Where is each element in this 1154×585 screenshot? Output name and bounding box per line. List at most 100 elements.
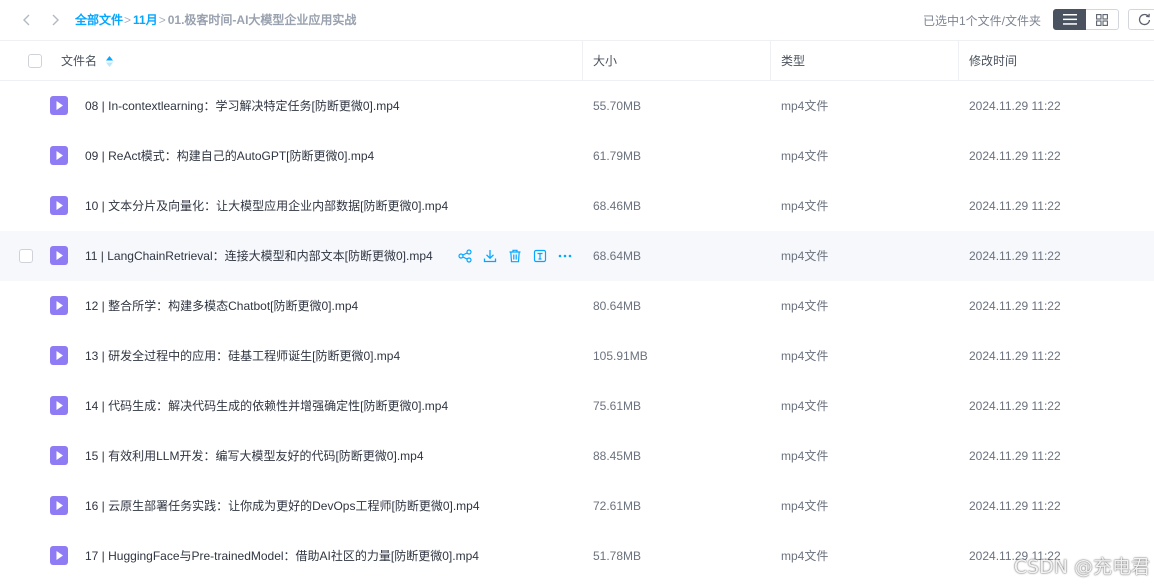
file-size: 51.78MB <box>593 549 642 563</box>
selection-info: 已选中1个文件/文件夹 <box>923 14 1042 28</box>
file-type: mp4文件 <box>781 199 829 213</box>
more-button[interactable] <box>556 247 574 265</box>
table-row[interactable]: 13 | 研发全过程中的应用：硅基工程师诞生[防断更微0].mp4 105.91M… <box>0 331 1154 381</box>
chevron-right-icon <box>52 14 59 26</box>
file-type: mp4文件 <box>781 149 829 163</box>
file-name[interactable]: 17 | HuggingFace与Pre-trainedModel：借助AI社区… <box>85 531 479 581</box>
file-type: mp4文件 <box>781 449 829 463</box>
file-type: mp4文件 <box>781 249 829 263</box>
table-row[interactable]: 16 | 云原生部署任务实践：让你成为更好的DevOps工程师[防断更微0].m… <box>0 481 1154 531</box>
chevron-left-icon <box>23 14 30 26</box>
file-type: mp4文件 <box>781 499 829 513</box>
video-file-icon <box>50 246 68 265</box>
column-header-name-label: 文件名 <box>61 54 98 68</box>
info-button[interactable] <box>531 247 549 265</box>
file-modified-time: 2024.11.29 11:22 <box>969 249 1061 263</box>
table-row[interactable]: 14 | 代码生成：解决代码生成的依赖性并增强确定性[防断更微0].mp4 75.… <box>0 381 1154 431</box>
breadcrumb-separator: > <box>158 12 166 27</box>
video-file-icon <box>50 396 68 415</box>
file-list: 08 | In-contextlearning：学习解决特定任务[防断更微0].… <box>0 81 1154 581</box>
video-file-icon <box>50 96 68 115</box>
back-button[interactable] <box>17 10 37 30</box>
file-name[interactable]: 13 | 研发全过程中的应用：硅基工程师诞生[防断更微0].mp4 <box>85 331 400 381</box>
forward-button[interactable] <box>45 10 65 30</box>
grid-view-icon <box>1096 13 1108 26</box>
file-modified-time: 2024.11.29 11:22 <box>969 149 1061 163</box>
column-divider <box>958 41 959 81</box>
file-name[interactable]: 11 | LangChainRetrieval：连接大模型和内部文本[防断更微0… <box>85 231 433 281</box>
file-size: 55.70MB <box>593 99 642 113</box>
file-type: mp4文件 <box>781 549 829 563</box>
file-size: 72.61MB <box>593 499 642 513</box>
file-type: mp4文件 <box>781 349 829 363</box>
view-toggle <box>1053 9 1119 30</box>
column-header-size[interactable]: 大小 <box>593 41 617 81</box>
table-header: 文件名 大小 类型 修改时间 <box>0 40 1154 81</box>
download-icon <box>483 250 497 263</box>
file-modified-time: 2024.11.29 11:22 <box>969 299 1061 313</box>
file-size: 105.91MB <box>593 349 648 363</box>
file-modified-time: 2024.11.29 11:22 <box>969 349 1061 363</box>
file-name[interactable]: 10 | 文本分片及向量化：让大模型应用企业内部数据[防断更微0].mp4 <box>85 181 448 231</box>
column-header-type[interactable]: 类型 <box>781 41 805 81</box>
column-header-name[interactable]: 文件名 <box>61 41 114 81</box>
row-actions <box>456 247 581 265</box>
file-name[interactable]: 09 | ReAct模式：构建自己的AutoGPT[防断更微0].mp4 <box>85 131 374 181</box>
file-size: 80.64MB <box>593 299 642 313</box>
file-modified-time: 2024.11.29 11:22 <box>969 99 1061 113</box>
table-row[interactable]: 17 | HuggingFace与Pre-trainedModel：借助AI社区… <box>0 531 1154 581</box>
breadcrumb-item-all-files[interactable]: 全部文件 <box>75 11 123 28</box>
table-row[interactable]: 09 | ReAct模式：构建自己的AutoGPT[防断更微0].mp4 61.7… <box>0 131 1154 181</box>
select-all-checkbox[interactable] <box>28 54 42 68</box>
info-icon <box>533 249 547 263</box>
file-modified-time: 2024.11.29 11:22 <box>969 199 1061 213</box>
table-row[interactable]: 11 | LangChainRetrieval：连接大模型和内部文本[防断更微0… <box>0 231 1154 281</box>
file-name[interactable]: 12 | 整合所学：构建多模态Chatbot[防断更微0].mp4 <box>85 281 358 331</box>
top-bar: 全部文件 > 11月 > 01.极客时间-AI大模型企业应用实战 已选中1个文件… <box>0 0 1154 40</box>
table-row[interactable]: 12 | 整合所学：构建多模态Chatbot[防断更微0].mp4 80.64MB… <box>0 281 1154 331</box>
video-file-icon <box>50 446 68 465</box>
video-file-icon <box>50 546 68 565</box>
table-row[interactable]: 15 | 有效利用LLM开发：编写大模型友好的代码[防断更微0].mp4 88.4… <box>0 431 1154 481</box>
file-name[interactable]: 08 | In-contextlearning：学习解决特定任务[防断更微0].… <box>85 81 400 131</box>
delete-button[interactable] <box>506 247 524 265</box>
file-modified-time: 2024.11.29 11:22 <box>969 449 1061 463</box>
more-icon <box>558 254 572 258</box>
file-size: 68.46MB <box>593 199 642 213</box>
refresh-icon <box>1138 13 1151 26</box>
grid-view-button[interactable] <box>1086 9 1119 30</box>
table-row[interactable]: 08 | In-contextlearning：学习解决特定任务[防断更微0].… <box>0 81 1154 131</box>
sort-icon[interactable] <box>106 56 114 68</box>
video-file-icon <box>50 296 68 315</box>
column-header-mtime[interactable]: 修改时间 <box>969 41 1017 81</box>
row-checkbox[interactable] <box>19 249 33 263</box>
file-name[interactable]: 15 | 有效利用LLM开发：编写大模型友好的代码[防断更微0].mp4 <box>85 431 424 481</box>
file-modified-time: 2024.11.29 11:22 <box>969 399 1061 413</box>
file-name[interactable]: 14 | 代码生成：解决代码生成的依赖性并增强确定性[防断更微0].mp4 <box>85 381 448 431</box>
share-icon <box>458 249 472 263</box>
table-row[interactable]: 10 | 文本分片及向量化：让大模型应用企业内部数据[防断更微0].mp4 68.… <box>0 181 1154 231</box>
refresh-button[interactable] <box>1128 9 1154 30</box>
video-file-icon <box>50 196 68 215</box>
file-modified-time: 2024.11.29 11:22 <box>969 499 1061 513</box>
video-file-icon <box>50 146 68 165</box>
delete-icon <box>509 249 521 263</box>
column-divider <box>770 41 771 81</box>
download-button[interactable] <box>481 247 499 265</box>
file-size: 68.64MB <box>593 249 642 263</box>
watermark: CSDN @充电君 <box>1013 556 1150 578</box>
file-size: 61.79MB <box>593 149 642 163</box>
share-button[interactable] <box>456 247 474 265</box>
breadcrumb-item-folder[interactable]: 11月 <box>133 11 158 28</box>
file-name[interactable]: 16 | 云原生部署任务实践：让你成为更好的DevOps工程师[防断更微0].m… <box>85 481 480 531</box>
file-size: 75.61MB <box>593 399 642 413</box>
file-type: mp4文件 <box>781 399 829 413</box>
file-size: 88.45MB <box>593 449 642 463</box>
file-type: mp4文件 <box>781 299 829 313</box>
breadcrumb-separator: > <box>124 12 132 27</box>
column-divider <box>582 41 583 81</box>
file-type: mp4文件 <box>781 99 829 113</box>
breadcrumb-current: 01.极客时间-AI大模型企业应用实战 <box>167 13 357 27</box>
breadcrumb: 全部文件 > 11月 > 01.极客时间-AI大模型企业应用实战 <box>75 11 356 28</box>
list-view-button[interactable] <box>1053 9 1086 30</box>
